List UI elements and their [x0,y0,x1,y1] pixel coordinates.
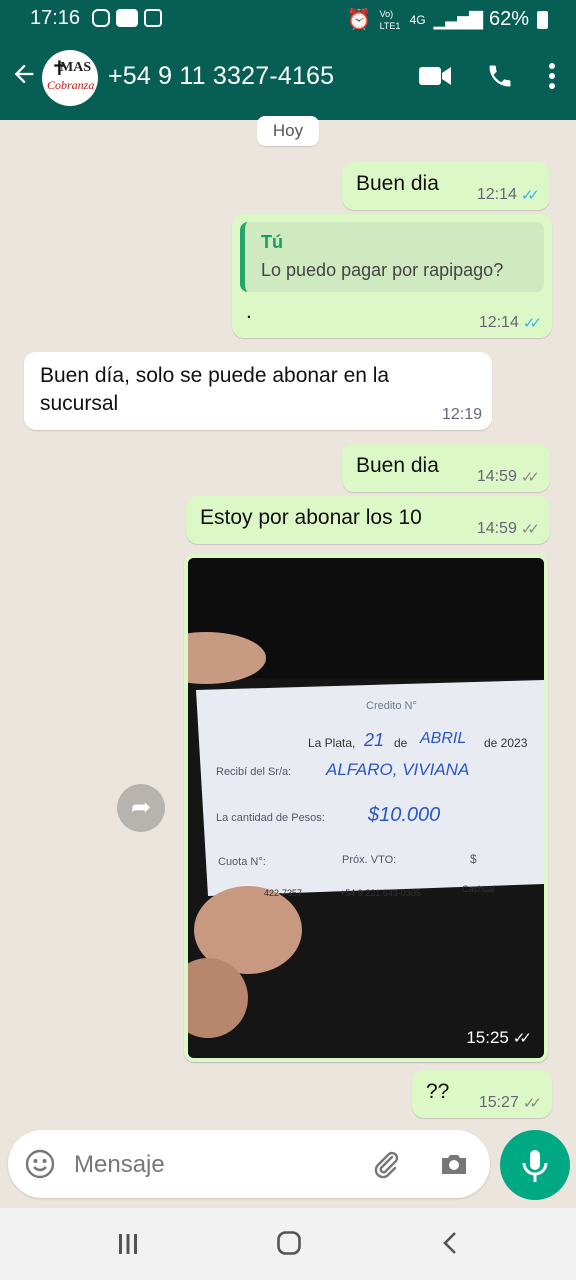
status-right: ⏰ Vo) LTE1 4G ▁▃▅▇ 62% [347,7,548,32]
receipt-anio: de 2023 [484,736,528,750]
message-time: 14:59 [476,520,517,537]
volte-indicator: Vo) LTE1 [379,8,401,31]
message-text-line2: sucursal [40,392,119,415]
image-meta: 15:25 ✓✓ [466,1028,532,1048]
signal-icon: ▁▃▅▇ [433,9,483,29]
receipt-prox: Próx. VTO: [342,854,397,866]
receipt-nombre: ALFARO, VIVIANA [326,760,470,779]
chat-area[interactable]: Hoy Buen dia 12:14 ✓✓ Tú Lo puedo pagar … [0,116,576,1130]
home-icon[interactable] [276,1230,302,1261]
message-meta: 12:19 [442,406,482,424]
receipt-tel1: 422-7357 [264,888,303,898]
quoted-message[interactable]: Tú Lo puedo pagar por rapipago? [240,222,544,292]
receipt-mes: ABRIL [420,730,467,747]
recent-apps-icon[interactable] [116,1232,140,1261]
message-text: . [246,300,252,323]
date-chip: Hoy [257,116,319,146]
back-arrow-icon[interactable] [10,58,38,96]
avatar-text-2: Cobranza [47,78,95,92]
message-bubble-outgoing[interactable]: Buen dia 14:59 ✓✓ [342,444,550,492]
message-bubble-incoming[interactable]: Buen día, solo se puede abonar en la suc… [24,352,492,430]
read-ticks-icon: ✓✓ [520,187,540,204]
message-text: Buen dia [356,454,439,477]
alarm-icon: ⏰ [346,9,372,31]
video-call-icon[interactable] [418,64,452,93]
message-bubble-outgoing[interactable]: Buen dia 12:14 ✓✓ [342,162,550,210]
app-icon [144,9,162,27]
message-time: 14:59 [476,468,517,485]
receipt-recibi: Recibí del Sr/a: [216,766,292,778]
message-time: 15:27 [478,1094,519,1111]
message-input[interactable]: Mensaje [74,1151,165,1179]
image-message[interactable]: Credito N° La Plata, 21 de ABRIL de 2023… [184,554,548,1062]
back-icon[interactable] [438,1230,464,1261]
battery-icon [537,10,548,29]
mic-icon [522,1150,548,1182]
contact-avatar[interactable]: ✝ MAS Cobranza [42,50,98,106]
message-meta: 14:59 ✓✓ [477,468,540,486]
receipt-signo: $ [470,852,477,866]
message-bubble-outgoing[interactable]: Estoy por abonar los 10 14:59 ✓✓ [186,496,550,544]
message-meta: 12:14 ✓✓ [479,314,542,332]
message-bubble-outgoing[interactable]: Tú Lo puedo pagar por rapipago? . 12:14 … [232,214,552,338]
more-options-icon[interactable] [548,62,556,95]
youtube-icon [116,9,138,27]
message-meta: 15:27 ✓✓ [479,1094,542,1112]
emoji-icon[interactable] [24,1148,56,1180]
message-text: Estoy por abonar los 10 [200,506,422,529]
delivered-ticks-icon: ✓✓ [522,1095,542,1112]
receipt-lugar: La Plata, [308,736,356,750]
message-meta: 14:59 ✓✓ [477,520,540,538]
camera-icon[interactable] [438,1148,470,1180]
avatar-text-1: MAS [60,60,92,75]
delivered-ticks-icon: ✓✓ [520,521,540,538]
status-time: 17:16 [30,7,81,29]
delivered-ticks-icon: ✓✓ [520,469,540,486]
forward-icon[interactable]: ➦ [117,784,165,832]
network-type: 4G [409,12,426,27]
attach-icon[interactable] [370,1148,402,1180]
chat-header: ✝ MAS Cobranza +54 9 11 3327-4165 [0,38,576,120]
receipt-text: Credito N° La Plata, 21 de ABRIL de 2023… [188,558,544,1058]
mic-button[interactable] [500,1130,570,1200]
message-time: 12:14 [476,186,517,203]
header-actions [418,62,556,95]
quote-text: Lo puedo pagar por rapipago? [261,260,504,280]
receipt-tel2: +54 9 221 643-0305 [340,888,421,898]
receipt-dia: 21 [364,730,385,750]
message-meta: 12:14 ✓✓ [477,186,540,204]
receipt-cuota: Cuota N°: [218,856,266,868]
message-text-line1: Buen día, solo se puede abonar en la [40,364,390,387]
receipt-credito: Credito N° [366,700,417,712]
receipt-cantidad: La cantidad de Pesos: [216,812,325,824]
battery-level: 62% [488,8,529,30]
status-bar: 17:16 ⏰ Vo) LTE1 4G ▁▃▅▇ 62% [0,0,576,38]
notification-icons [92,9,162,27]
message-text: ?? [426,1080,450,1103]
receipt-social: Cashual [462,884,496,894]
quote-author: Tú [261,232,283,252]
message-time: 15:25 [466,1028,509,1047]
phone-call-icon[interactable] [486,62,514,95]
system-nav-bar [0,1208,576,1280]
message-time: 12:14 [478,314,519,331]
message-text: Buen dia [356,172,439,195]
receipt-de: de [394,736,408,750]
delivered-ticks-icon: ✓✓ [512,1030,532,1047]
read-ticks-icon: ✓✓ [522,315,542,332]
receipt-monto: $10.000 [368,804,441,826]
message-bubble-outgoing[interactable]: ?? 15:27 ✓✓ [412,1070,552,1118]
message-time: 12:19 [441,406,482,423]
message-composer[interactable]: Mensaje [8,1130,490,1198]
instagram-icon [92,9,110,27]
contact-name[interactable]: +54 9 11 3327-4165 [108,62,334,91]
